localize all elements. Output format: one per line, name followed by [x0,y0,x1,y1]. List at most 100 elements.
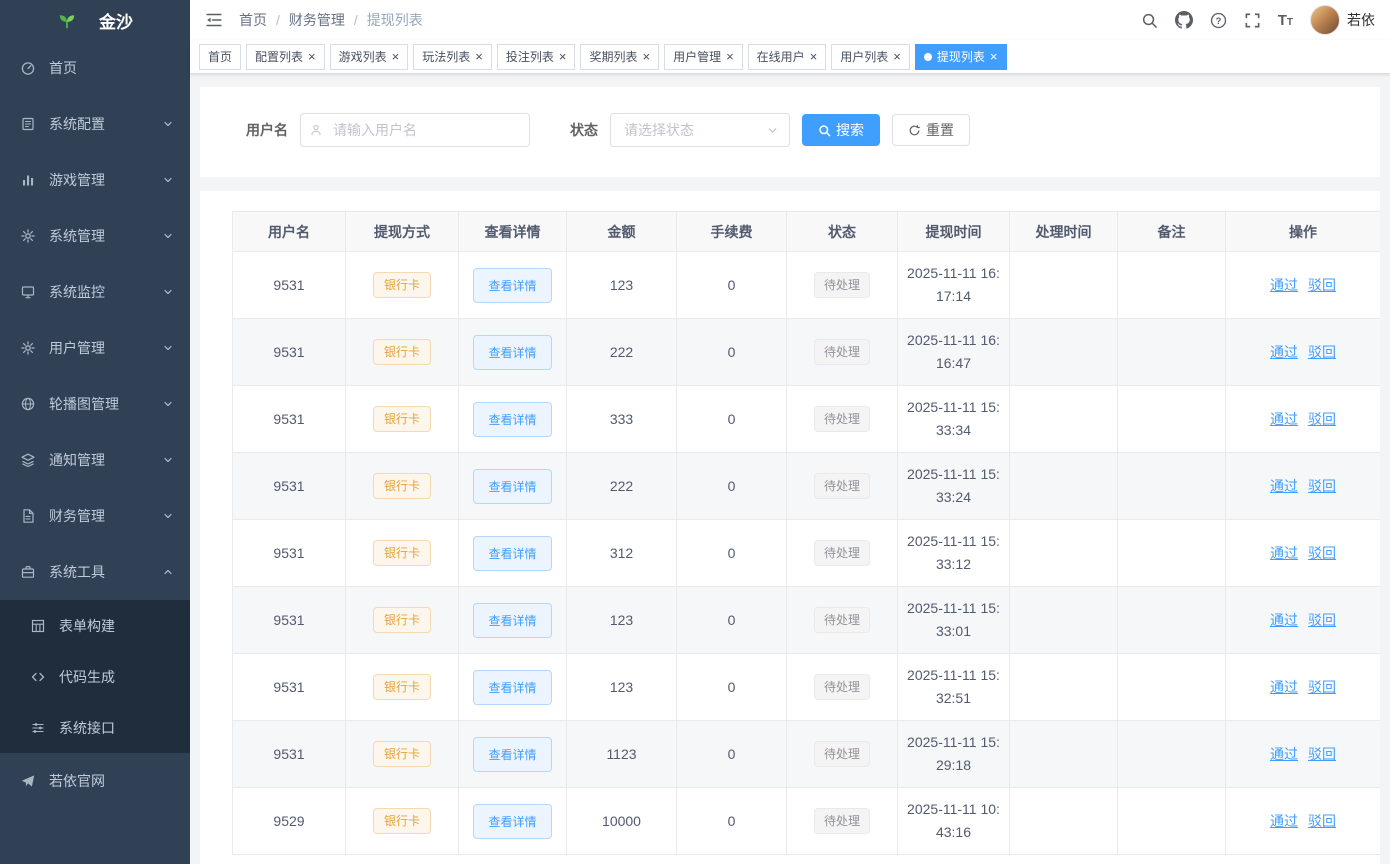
reject-link[interactable]: 驳回 [1308,344,1336,360]
reject-link[interactable]: 驳回 [1308,746,1336,762]
tab-home[interactable]: 首页 [199,44,241,70]
view-detail-button[interactable]: 查看详情 [473,670,551,705]
sidebar-item-carousel-management[interactable]: 轮播图管理 [0,376,190,432]
sidebar-item-system-tools[interactable]: 系统工具 [0,544,190,600]
cell-remark [1118,252,1226,319]
approve-link[interactable]: 通过 [1270,813,1298,829]
reject-link[interactable]: 驳回 [1308,545,1336,561]
help-icon[interactable]: ? [1210,12,1227,29]
sidebar-subitem-system-api[interactable]: 系统接口 [0,702,190,753]
approve-link[interactable]: 通过 [1270,612,1298,628]
breadcrumb-item[interactable]: 首页 [239,10,267,30]
approve-link[interactable]: 通过 [1270,478,1298,494]
reject-link[interactable]: 驳回 [1308,277,1336,293]
fullscreen-icon[interactable] [1244,12,1261,29]
view-detail-button[interactable]: 查看详情 [473,603,551,638]
sidebar-item-ruoyi-site[interactable]: 若依官网 [0,753,190,809]
status-tag: 待处理 [814,674,870,700]
reject-link[interactable]: 驳回 [1308,679,1336,695]
close-icon[interactable]: × [392,50,400,63]
tab-prize-period-list[interactable]: 奖期列表× [580,44,659,70]
view-detail-button[interactable]: 查看详情 [473,469,551,504]
reject-link[interactable]: 驳回 [1308,612,1336,628]
cell-process-time [1010,520,1118,587]
sidebar-item-finance-management[interactable]: 财务管理 [0,488,190,544]
close-icon[interactable]: × [475,50,483,63]
approve-link[interactable]: 通过 [1270,411,1298,427]
notice-layers-icon [20,452,36,468]
github-icon[interactable] [1175,11,1193,29]
close-icon[interactable]: × [810,50,818,63]
view-detail-button[interactable]: 查看详情 [473,402,551,437]
cell-actions: 通过驳回 [1226,721,1381,788]
cell-actions: 通过驳回 [1226,520,1381,587]
sidebar-item-system-config[interactable]: 系统配置 [0,96,190,152]
sidebar-item-home[interactable]: 首页 [0,40,190,96]
col-header-process-time: 处理时间 [1010,212,1118,252]
cell-method: 银行卡 [346,721,459,788]
status-select[interactable]: 请选择状态 [610,113,790,147]
cell-actions: 通过驳回 [1226,587,1381,654]
reset-button[interactable]: 重置 [892,114,970,146]
username-input[interactable] [300,113,530,147]
font-size-icon[interactable]: TT [1278,12,1293,29]
view-detail-button[interactable]: 查看详情 [473,268,551,303]
search-button[interactable]: 搜索 [802,114,880,146]
sidebar-subitem-code-generator[interactable]: 代码生成 [0,651,190,702]
approve-link[interactable]: 通过 [1270,344,1298,360]
search-icon[interactable] [1141,12,1158,29]
sidebar-toggle-icon[interactable] [205,11,223,29]
sidebar-item-system-management[interactable]: 系统管理 [0,208,190,264]
user-menu[interactable]: 若依 [1310,5,1375,35]
avatar[interactable] [1310,5,1340,35]
sidebar-item-notice-management[interactable]: 通知管理 [0,432,190,488]
tab-game-list[interactable]: 游戏列表× [330,44,409,70]
cell-username: 9529 [233,788,346,855]
view-detail-button[interactable]: 查看详情 [473,536,551,571]
breadcrumb-item[interactable]: 财务管理 [289,10,345,30]
cell-fee: 0 [677,788,787,855]
approve-link[interactable]: 通过 [1270,746,1298,762]
close-icon[interactable]: × [308,50,316,63]
sidebar-subitem-form-builder[interactable]: 表单构建 [0,600,190,651]
tab-label: 在线用户 [757,48,805,65]
cell-actions: 通过驳回 [1226,252,1381,319]
tab-user-management[interactable]: 用户管理× [664,44,743,70]
reject-link[interactable]: 驳回 [1308,411,1336,427]
approve-link[interactable]: 通过 [1270,545,1298,561]
tab-config-list[interactable]: 配置列表× [246,44,325,70]
view-detail-button[interactable]: 查看详情 [473,804,551,839]
refresh-icon [908,124,921,137]
table-row: 9531 银行卡 查看详情 312 0 待处理 2025-11-11 15:33… [233,520,1381,587]
approve-link[interactable]: 通过 [1270,679,1298,695]
close-icon[interactable]: × [642,50,650,63]
navbar-right-tools: ? TT 若依 [1141,5,1375,35]
close-icon[interactable]: × [990,50,998,63]
reject-link[interactable]: 驳回 [1308,478,1336,494]
sidebar-item-user-management[interactable]: 用户管理 [0,320,190,376]
cell-status: 待处理 [787,453,898,520]
tab-withdraw-list[interactable]: 提现列表× [915,44,1007,70]
cell-method: 银行卡 [346,654,459,721]
approve-link[interactable]: 通过 [1270,277,1298,293]
view-detail-button[interactable]: 查看详情 [473,335,551,370]
logo[interactable]: 金沙 [0,0,190,40]
cell-method: 银行卡 [346,520,459,587]
cell-username: 9531 [233,252,346,319]
reject-link[interactable]: 驳回 [1308,813,1336,829]
sidebar-item-system-monitor[interactable]: 系统监控 [0,264,190,320]
tab-bet-list[interactable]: 投注列表× [497,44,576,70]
close-icon[interactable]: × [893,50,901,63]
sidebar-item-game-management[interactable]: 游戏管理 [0,152,190,208]
tab-online-users[interactable]: 在线用户 × [748,44,827,70]
cell-process-time [1010,252,1118,319]
view-detail-button[interactable]: 查看详情 [473,737,551,772]
close-icon[interactable]: × [559,50,567,63]
tab-user-list[interactable]: 用户列表× [831,44,910,70]
chevron-down-icon [162,342,174,354]
cell-detail: 查看详情 [459,453,567,520]
close-icon[interactable]: × [726,50,734,63]
status-select-placeholder: 请选择状态 [624,120,766,140]
tab-play-list[interactable]: 玩法列表× [413,44,492,70]
cell-amount: 222 [567,453,677,520]
